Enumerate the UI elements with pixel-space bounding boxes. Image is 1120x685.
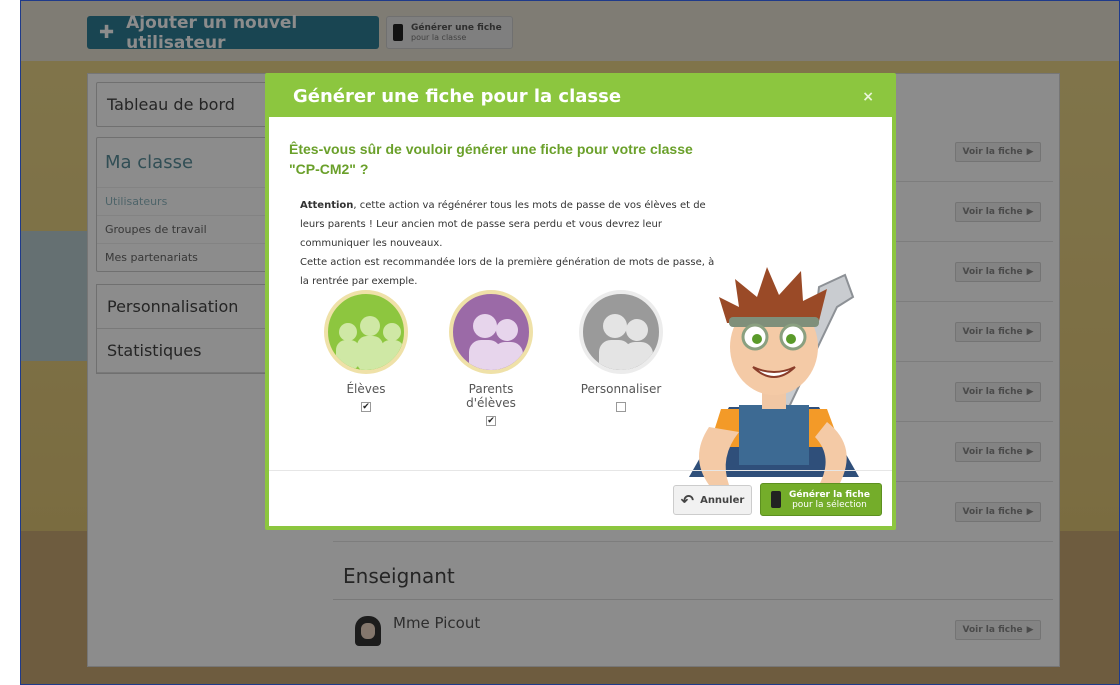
phone-icon — [771, 491, 781, 508]
custom-checkbox[interactable] — [616, 402, 626, 412]
warning-text-2: Cette action est recommandée lors de la … — [300, 257, 715, 287]
generate-line1: Générer la fiche — [789, 489, 870, 500]
students-checkbox[interactable]: ✔ — [361, 402, 371, 412]
parents-checkbox[interactable]: ✔ — [486, 416, 496, 426]
dialog-question: Êtes-vous sûr de vouloir générer une fic… — [289, 141, 693, 177]
dialog-warning: Attention, cette action va régénérer tou… — [300, 196, 715, 291]
mascot-illustration — [669, 227, 879, 489]
choice-parents[interactable]: Parents d'élèves ✔ — [445, 290, 537, 426]
choice-label: Élèves — [346, 382, 386, 396]
attention-label: Attention — [300, 200, 354, 211]
choice-label: Personnaliser — [580, 382, 662, 396]
recipient-choices: Élèves ✔ Parents d'élèves ✔ Personnalise… — [320, 290, 667, 426]
generate-sheet-dialog: Générer une fiche pour la classe × Êtes-… — [265, 73, 896, 530]
close-icon[interactable]: × — [862, 89, 874, 105]
dialog-title: Générer une fiche pour la classe — [293, 86, 622, 107]
students-group-icon[interactable] — [324, 290, 408, 374]
choice-label: Parents d'élèves — [466, 382, 516, 410]
warning-text-1: , cette action va régénérer tous les mot… — [300, 200, 706, 249]
cancel-button[interactable]: ↶ Annuler — [673, 485, 752, 515]
custom-group-icon[interactable] — [579, 290, 663, 374]
choice-eleves[interactable]: Élèves ✔ — [320, 290, 412, 412]
parents-group-icon[interactable] — [449, 290, 533, 374]
dialog-footer: ↶ Annuler Générer la fiche pour la sélec… — [269, 470, 892, 526]
cancel-label: Annuler — [700, 494, 745, 506]
app-frame: ✚ Ajouter un nouvel utilisateur Générer … — [20, 0, 1120, 685]
undo-icon: ↶ — [680, 490, 695, 510]
choice-custom[interactable]: Personnaliser — [575, 290, 667, 412]
dialog-header: Générer une fiche pour la classe × — [269, 77, 892, 117]
generate-selection-button[interactable]: Générer la fiche pour la sélection — [760, 483, 882, 516]
generate-line2: pour la sélection — [792, 499, 867, 510]
